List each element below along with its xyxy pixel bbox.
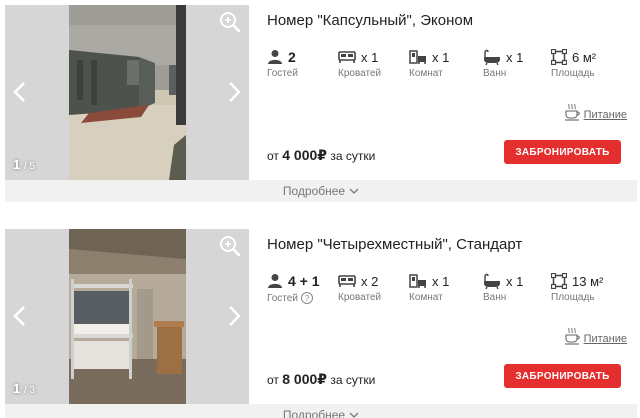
baths-caption: Ванн xyxy=(483,292,507,303)
prev-photo-arrow-icon[interactable] xyxy=(9,79,31,105)
room-title[interactable]: Номер "Капсульный", Эконом xyxy=(267,12,473,29)
price: от 4 000₽ за сутки xyxy=(267,147,375,164)
prev-photo-arrow-icon[interactable] xyxy=(9,303,31,329)
amenity-rooms: x 1 Комнат xyxy=(409,272,450,304)
price-prefix: от xyxy=(267,149,279,163)
bed-icon xyxy=(338,275,356,287)
rooms-caption: Комнат xyxy=(409,292,443,303)
amenity-guests: 4 + 1 Гостей ? xyxy=(267,272,320,304)
area-icon xyxy=(551,273,567,289)
room-title[interactable]: Номер "Четырехместный", Стандарт xyxy=(267,236,522,253)
room-photo[interactable] xyxy=(69,5,186,180)
person-icon xyxy=(268,50,282,64)
area-value: 6 м² xyxy=(572,49,597,65)
beds-value: x 2 xyxy=(361,273,379,289)
room-icon xyxy=(409,274,426,288)
help-icon[interactable]: ? xyxy=(300,292,313,304)
chevron-down-icon xyxy=(349,188,359,194)
chevron-down-icon xyxy=(349,412,359,418)
meal-link[interactable]: Питание xyxy=(564,327,627,345)
person-icon xyxy=(268,274,282,288)
zoom-icon[interactable] xyxy=(219,235,241,257)
book-button[interactable]: ЗАБРОНИРОВАТЬ xyxy=(504,140,621,164)
area-value: 13 м² xyxy=(572,273,604,289)
photo-counter-total: / 3 xyxy=(23,385,35,396)
room-info: Номер "Четырехместный", Стандарт 4 + 1 Г… xyxy=(267,229,637,404)
room-photo[interactable] xyxy=(69,229,186,404)
photo-counter: 1 / 5 xyxy=(13,157,35,172)
price: от 8 000₽ за сутки xyxy=(267,371,375,388)
details-label: Подробнее xyxy=(282,184,346,198)
details-toggle[interactable]: Подробнее xyxy=(5,180,637,202)
next-photo-arrow-icon[interactable] xyxy=(223,303,245,329)
zoom-icon[interactable] xyxy=(219,11,241,33)
amenity-guests: 2 Гостей xyxy=(267,48,298,79)
bathtub-icon xyxy=(484,49,500,65)
photo-counter: 1 / 3 xyxy=(13,381,35,396)
price-suffix: за сутки xyxy=(330,373,376,387)
details-toggle[interactable]: Подробнее xyxy=(5,404,637,418)
amenity-area: 13 м² Площадь xyxy=(551,272,603,303)
beds-caption: Кроватей xyxy=(338,68,382,79)
room-info: Номер "Капсульный", Эконом 2 Гостей x 1 … xyxy=(267,5,637,180)
price-prefix: от xyxy=(267,373,279,387)
rooms-value: x 1 xyxy=(432,49,450,65)
rooms-value: x 1 xyxy=(432,273,450,289)
baths-value: x 1 xyxy=(506,273,524,289)
amenity-area: 6 м² Площадь xyxy=(551,48,596,79)
photo-gallery[interactable]: 1 / 5 xyxy=(5,5,249,180)
guests-caption: Гостей xyxy=(267,292,298,304)
area-caption: Площадь xyxy=(551,292,595,303)
beds-caption: Кроватей xyxy=(338,292,382,303)
amenity-baths: x 1 Ванн xyxy=(483,48,524,80)
amenity-beds: x 1 Кроватей xyxy=(338,48,382,80)
baths-value: x 1 xyxy=(506,49,524,65)
cup-icon xyxy=(564,327,580,345)
bed-icon xyxy=(338,51,356,63)
photo-counter-current: 1 xyxy=(13,157,21,172)
baths-caption: Ванн xyxy=(483,68,507,79)
book-button[interactable]: ЗАБРОНИРОВАТЬ xyxy=(504,364,621,388)
bathtub-icon xyxy=(484,273,500,289)
beds-value: x 1 xyxy=(361,49,379,65)
price-amount: 4 000₽ xyxy=(282,147,328,163)
guests-value: 4 + 1 xyxy=(288,273,320,289)
area-icon xyxy=(551,49,567,65)
photo-gallery[interactable]: 1 / 3 xyxy=(5,229,249,404)
room-icon xyxy=(409,50,426,64)
amenity-baths: x 1 Ванн xyxy=(483,272,524,304)
details-label: Подробнее xyxy=(282,408,346,418)
area-caption: Площадь xyxy=(551,68,595,79)
price-amount: 8 000₽ xyxy=(282,371,328,387)
meal-label[interactable]: Питание xyxy=(584,333,627,345)
photo-counter-current: 1 xyxy=(13,381,21,396)
next-photo-arrow-icon[interactable] xyxy=(223,79,245,105)
guests-value: 2 xyxy=(288,49,296,65)
amenity-beds: x 2 Кроватей xyxy=(338,272,382,304)
photo-counter-total: / 5 xyxy=(23,161,35,172)
amenity-rooms: x 1 Комнат xyxy=(409,48,450,80)
guests-caption: Гостей xyxy=(267,68,298,79)
rooms-caption: Комнат xyxy=(409,68,443,79)
cup-icon xyxy=(564,103,580,121)
price-suffix: за сутки xyxy=(330,149,376,163)
meal-label[interactable]: Питание xyxy=(584,109,627,121)
meal-link[interactable]: Питание xyxy=(564,103,627,121)
